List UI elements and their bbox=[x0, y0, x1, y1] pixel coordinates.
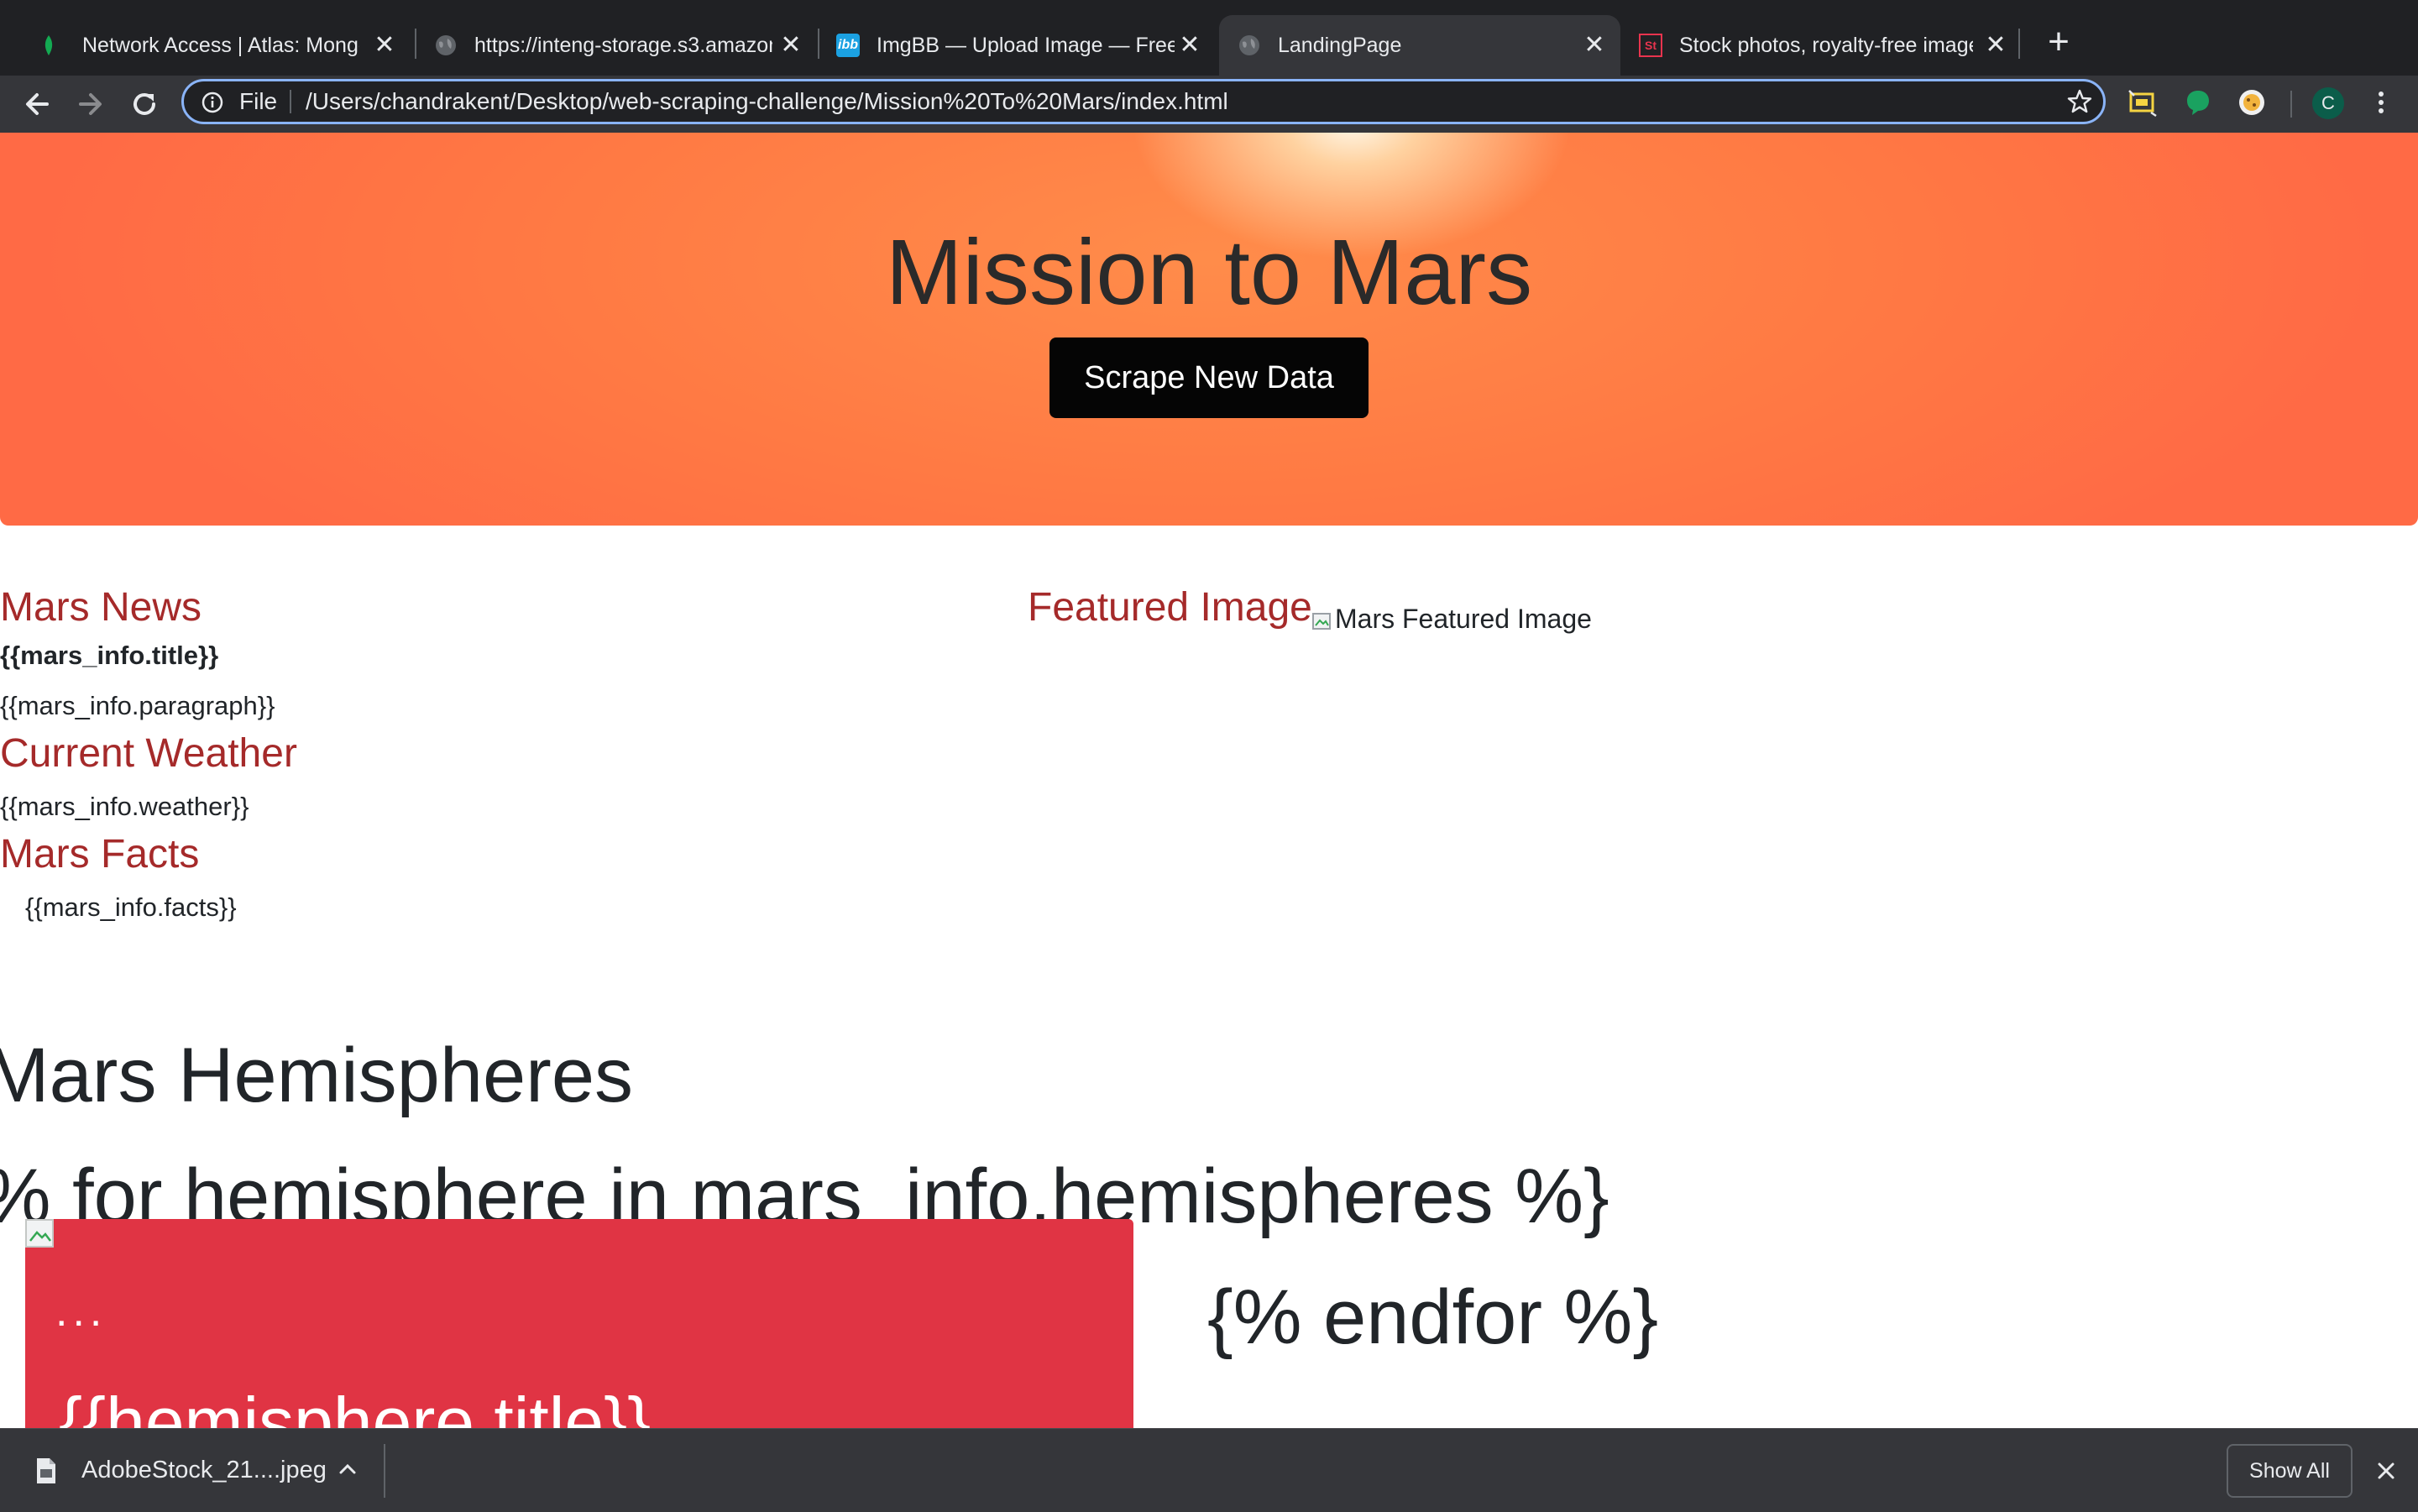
close-tab-icon[interactable]: ✕ bbox=[1177, 15, 1202, 76]
close-icon[interactable] bbox=[2373, 1457, 2400, 1484]
profile-avatar[interactable]: C bbox=[2312, 87, 2344, 119]
page-title: Mission to Mars bbox=[885, 221, 1533, 324]
tab-landing-page[interactable]: LandingPage ✕ bbox=[1219, 15, 1620, 76]
mars-news-heading: Mars News bbox=[0, 585, 202, 630]
shelf-divider bbox=[384, 1444, 385, 1498]
facts-text: {{mars_info.facts}} bbox=[25, 892, 237, 922]
featured-image-alt: Mars Featured Image bbox=[1335, 604, 1592, 634]
omnibox-divider bbox=[290, 90, 291, 113]
page-viewport: Mission to Mars Scrape New Data Mars New… bbox=[0, 133, 2418, 1428]
mongodb-leaf-icon bbox=[44, 35, 53, 55]
download-file-name[interactable]: AdobeStock_21....jpeg bbox=[81, 1429, 327, 1512]
hemisphere-title: {{hemisphere.title}} bbox=[59, 1383, 652, 1428]
tab-title: Network Access | Atlas: MongoDB bbox=[82, 34, 359, 57]
featured-image: Mars Featured Image bbox=[1311, 599, 1592, 638]
file-icon bbox=[37, 1458, 55, 1483]
news-paragraph: {{mars_info.paragraph}} bbox=[0, 691, 275, 720]
close-tab-icon[interactable]: ✕ bbox=[372, 15, 397, 76]
url-text[interactable]: /Users/chandrakent/Desktop/web-scraping-… bbox=[306, 81, 1228, 122]
address-bar[interactable]: File /Users/chandrakent/Desktop/web-scra… bbox=[181, 79, 2106, 124]
news-title: {{mars_info.title}} bbox=[0, 641, 219, 670]
tab-imgbb[interactable]: ibb ImgBB — Upload Image — Free Image Ho… bbox=[826, 15, 1222, 76]
menu-kebab-icon[interactable] bbox=[2366, 87, 2396, 118]
tab-title: ImgBB — Upload Image — Free Image Hostin… bbox=[877, 34, 1175, 57]
forward-arrow-icon[interactable] bbox=[71, 84, 111, 124]
scrape-new-data-button[interactable]: Scrape New Data bbox=[1049, 337, 1369, 418]
tab-stock-photos[interactable]: St Stock photos, royalty-free images ✕ bbox=[1629, 15, 2015, 76]
hero-jumbotron: Mission to Mars Scrape New Data bbox=[0, 133, 2418, 526]
mars-facts-heading: Mars Facts bbox=[0, 832, 200, 876]
card-ellipsis: ... bbox=[55, 1287, 107, 1336]
chevron-up-icon[interactable] bbox=[336, 1459, 359, 1479]
screenshot-extension-icon[interactable] bbox=[2128, 87, 2158, 118]
tab-mongodb-atlas[interactable]: Network Access | Atlas: MongoDB ✕ bbox=[8, 15, 408, 76]
tab-title: Stock photos, royalty-free images bbox=[1679, 34, 1973, 57]
tab-divider bbox=[818, 29, 819, 59]
toolbar-divider bbox=[2290, 91, 2292, 118]
tab-divider bbox=[415, 29, 416, 59]
weather-text: {{mars_info.weather}} bbox=[0, 792, 249, 821]
hemispheres-heading: Mars Hemispheres bbox=[0, 1033, 633, 1118]
current-weather-heading: Current Weather bbox=[0, 731, 297, 776]
file-scheme-chip[interactable]: File bbox=[239, 81, 277, 122]
broken-image-icon bbox=[25, 1219, 54, 1248]
imgbb-icon: ibb bbox=[836, 34, 860, 57]
show-all-button[interactable]: Show All bbox=[2227, 1444, 2353, 1498]
tab-title: https://inteng-storage.s3.amazonaws.com bbox=[474, 34, 772, 57]
broken-image-icon bbox=[1312, 612, 1331, 630]
hemispheres-loop-end: {% endfor %} bbox=[1207, 1274, 1659, 1360]
chat-extension-icon[interactable] bbox=[2183, 87, 2213, 118]
close-tab-icon[interactable]: ✕ bbox=[1582, 15, 1607, 76]
adobe-stock-icon: St bbox=[1639, 34, 1662, 57]
globe-icon bbox=[436, 35, 456, 55]
globe-icon bbox=[1239, 35, 1259, 55]
reload-icon[interactable] bbox=[124, 84, 165, 124]
close-tab-icon[interactable]: ✕ bbox=[1983, 15, 2008, 76]
browser-toolbar: File /Users/chandrakent/Desktop/web-scra… bbox=[0, 76, 2418, 133]
tab-strip: Network Access | Atlas: MongoDB ✕ https:… bbox=[0, 0, 2418, 76]
tab-title: LandingPage bbox=[1278, 34, 1402, 57]
cookie-extension-icon[interactable] bbox=[2237, 87, 2267, 118]
close-tab-icon[interactable]: ✕ bbox=[778, 15, 803, 76]
download-shelf: AdobeStock_21....jpeg Show All bbox=[0, 1428, 2418, 1512]
tab-divider bbox=[2018, 29, 2020, 59]
featured-image-heading: Featured Image bbox=[1028, 585, 1312, 630]
new-tab-button[interactable]: + bbox=[2042, 22, 2075, 62]
tab-inteng-storage[interactable]: https://inteng-storage.s3.amazonaws.com … bbox=[424, 15, 819, 76]
back-arrow-icon[interactable] bbox=[17, 84, 57, 124]
info-icon[interactable] bbox=[201, 91, 224, 114]
bookmark-star-icon[interactable] bbox=[2066, 88, 2093, 115]
hemisphere-card: ... {{hemisphere.title}} bbox=[25, 1219, 1133, 1428]
